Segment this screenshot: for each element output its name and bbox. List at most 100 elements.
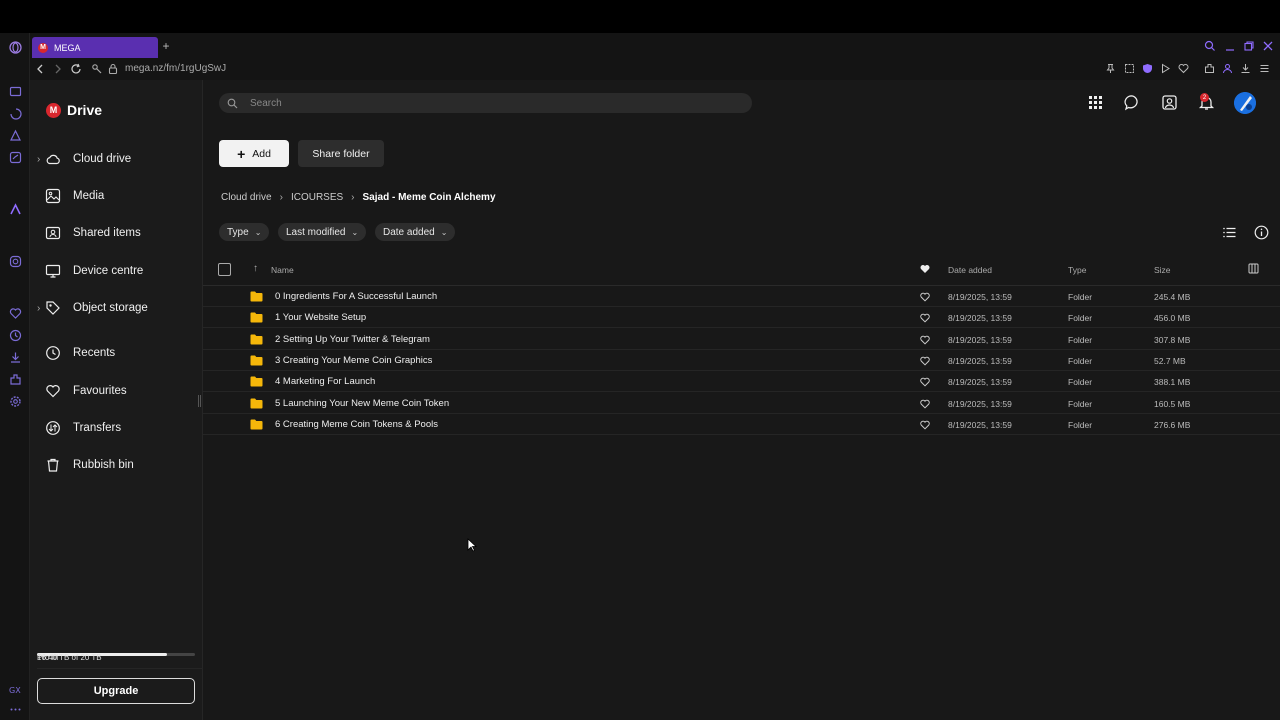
sidebar-item-favourites[interactable]: Favourites xyxy=(30,376,203,406)
address-bar: mega.nz/fm/1rgUgSwJ xyxy=(30,58,1280,80)
lock-icon[interactable] xyxy=(107,63,119,75)
gx-control-icon[interactable] xyxy=(9,85,22,98)
pin-icon[interactable] xyxy=(1105,63,1116,74)
column-type[interactable]: Type xyxy=(1068,265,1086,275)
table-row[interactable]: 4 Marketing For Launch 8/19/2025, 13:59 Fo… xyxy=(203,371,1280,393)
file-name[interactable]: 2 Setting Up Your Twitter & Telegram xyxy=(275,334,430,345)
breadcrumb-current: Sajad - Meme Coin Alchemy xyxy=(362,192,496,203)
sidebar-resize-handle[interactable] xyxy=(198,395,201,407)
filter-type[interactable]: Type ⌄ xyxy=(219,223,270,241)
filter-last-modified[interactable]: Last modified ⌄ xyxy=(278,223,367,241)
aria-icon[interactable] xyxy=(9,203,22,216)
downloads-icon[interactable] xyxy=(9,351,22,364)
file-name[interactable]: 1 Your Website Setup xyxy=(275,312,366,323)
favourite-heart-icon[interactable] xyxy=(920,356,930,366)
file-type: Folder xyxy=(1068,334,1093,345)
upgrade-button[interactable]: Upgrade xyxy=(37,678,195,704)
sidebar-item-media[interactable]: Media xyxy=(30,181,203,211)
extensions-icon[interactable] xyxy=(9,373,22,386)
table-header: ↑ Name Date added Type Size xyxy=(203,254,1280,286)
download-icon[interactable] xyxy=(1240,63,1251,74)
browser-tab[interactable]: M MEGA xyxy=(32,37,158,58)
settings-icon[interactable] xyxy=(9,395,22,408)
filter-date-added[interactable]: Date added ⌄ xyxy=(375,223,456,241)
favourite-heart-icon[interactable] xyxy=(920,399,930,409)
bookmark-heart-icon[interactable] xyxy=(1178,63,1189,74)
history-icon[interactable] xyxy=(9,329,22,342)
tab-title: MEGA xyxy=(54,42,81,53)
sort-asc-icon[interactable]: ↑ xyxy=(253,263,258,274)
list-view-icon[interactable] xyxy=(1222,225,1237,240)
back-icon[interactable] xyxy=(34,63,46,75)
date-added: 8/19/2025, 13:59 xyxy=(948,377,1012,388)
column-date-added[interactable]: Date added xyxy=(948,265,992,275)
close-icon[interactable] xyxy=(1262,40,1274,52)
sidebar-item-label: Transfers xyxy=(73,422,122,434)
search-bar[interactable] xyxy=(219,93,752,113)
profile-icon[interactable] xyxy=(1222,63,1233,74)
file-name[interactable]: 6 Creating Meme Coin Tokens & Pools xyxy=(275,419,438,430)
file-name[interactable]: 4 Marketing For Launch xyxy=(275,376,375,387)
more-icon[interactable] xyxy=(9,703,22,716)
breadcrumb-item[interactable]: Cloud drive xyxy=(221,192,272,203)
apps-grid-icon[interactable] xyxy=(1087,94,1104,111)
contacts-icon[interactable] xyxy=(1161,94,1178,111)
sidebar-item-rubbish-bin[interactable]: Rubbish bin xyxy=(30,450,203,480)
favourite-heart-icon[interactable] xyxy=(920,420,930,430)
select-all-checkbox[interactable] xyxy=(218,263,231,276)
info-icon[interactable] xyxy=(1254,225,1269,240)
sidebar-item-device-centre[interactable]: Device centre xyxy=(30,256,203,286)
url-text[interactable]: mega.nz/fm/1rgUgSwJ xyxy=(125,63,226,74)
restore-icon[interactable] xyxy=(1243,40,1255,52)
favourite-heart-icon[interactable] xyxy=(920,335,930,345)
gx-mods-icon[interactable] xyxy=(9,151,22,164)
site-settings-icon[interactable] xyxy=(91,63,103,75)
column-name[interactable]: Name xyxy=(271,265,294,275)
gx-cleaner-icon[interactable] xyxy=(9,129,22,142)
columns-settings-icon[interactable] xyxy=(1248,263,1259,274)
sidebar-item-cloud-drive[interactable]: › Cloud drive xyxy=(30,144,203,174)
favourite-heart-icon[interactable] xyxy=(920,313,930,323)
chevron-right-icon[interactable]: › xyxy=(37,303,40,314)
favorites-icon[interactable] xyxy=(9,307,22,320)
file-name[interactable]: 5 Launching Your New Meme Coin Token xyxy=(275,398,449,409)
opera-logo-icon[interactable] xyxy=(9,41,22,54)
share-folder-button[interactable]: Share folder xyxy=(298,140,384,167)
add-button[interactable]: + Add xyxy=(219,140,289,167)
play-icon[interactable] xyxy=(1160,63,1171,74)
table-row[interactable]: 0 Ingredients For A Successful Launch 8/1… xyxy=(203,286,1280,307)
table-row[interactable]: 5 Launching Your New Meme Coin Token 8/19… xyxy=(203,393,1280,414)
favourite-heart-icon[interactable] xyxy=(920,292,930,302)
table-row[interactable]: 3 Creating Your Meme Coin Graphics 8/19/2… xyxy=(203,350,1280,371)
snapshot-icon[interactable] xyxy=(1124,63,1135,74)
column-size[interactable]: Size xyxy=(1154,265,1171,275)
mega-logo[interactable]: M Drive xyxy=(46,102,102,118)
file-name[interactable]: 3 Creating Your Meme Coin Graphics xyxy=(275,355,432,366)
forward-icon[interactable] xyxy=(52,63,64,75)
file-name[interactable]: 0 Ingredients For A Successful Launch xyxy=(275,291,437,302)
chat-icon[interactable] xyxy=(1124,94,1141,111)
menu-icon[interactable] xyxy=(1259,63,1270,74)
extensions-icon[interactable] xyxy=(1204,63,1215,74)
sidebar-item-recents[interactable]: Recents xyxy=(30,338,203,368)
reload-icon[interactable] xyxy=(70,63,82,75)
minimize-icon[interactable] xyxy=(1224,40,1236,52)
table-row[interactable]: 2 Setting Up Your Twitter & Telegram 8/19… xyxy=(203,329,1280,350)
search-input[interactable] xyxy=(250,97,730,109)
breadcrumb-item[interactable]: ICOURSES xyxy=(291,192,343,203)
table-row[interactable]: 1 Your Website Setup 8/19/2025, 13:59 Fold… xyxy=(203,307,1280,329)
sidebar-item-object-storage[interactable]: › Object storage xyxy=(30,293,203,323)
instagram-icon[interactable] xyxy=(9,255,22,268)
new-tab-button[interactable]: + xyxy=(160,40,172,52)
table-row[interactable]: 6 Creating Meme Coin Tokens & Pools 8/19/… xyxy=(203,414,1280,435)
favourite-heart-icon[interactable] xyxy=(920,377,930,387)
avatar[interactable] xyxy=(1234,92,1256,114)
favourite-column-heart-icon[interactable] xyxy=(920,264,930,274)
gx-corner-icon[interactable] xyxy=(9,107,22,120)
chevron-down-icon: ⌄ xyxy=(351,227,359,237)
adblock-icon[interactable] xyxy=(1142,63,1153,74)
chevron-right-icon[interactable]: › xyxy=(37,154,40,165)
search-tabs-icon[interactable] xyxy=(1204,40,1216,52)
sidebar-item-transfers[interactable]: Transfers xyxy=(30,413,203,443)
sidebar-item-shared-items[interactable]: Shared items xyxy=(30,218,203,248)
